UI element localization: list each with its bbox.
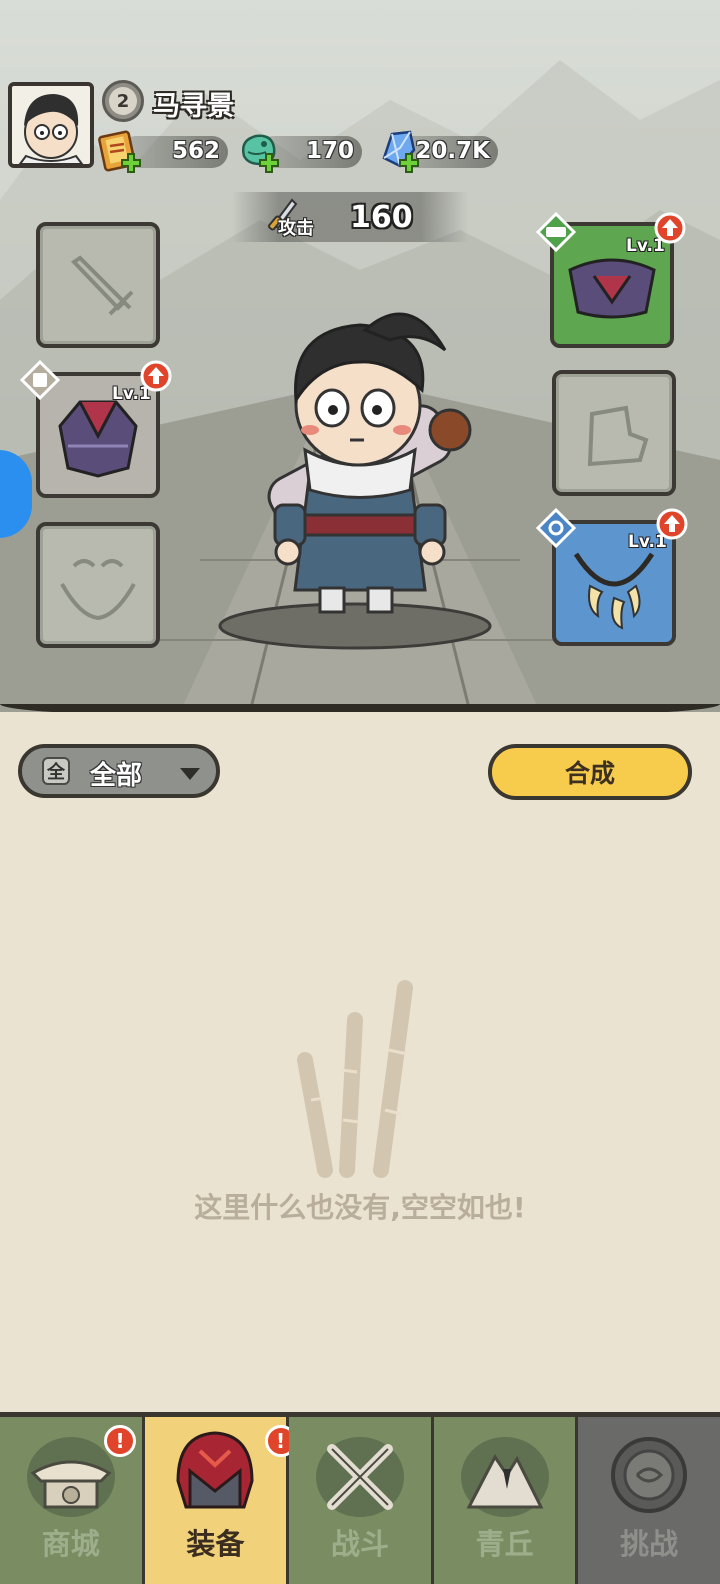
helmet-equipment-icon — [176, 1431, 254, 1509]
player-avatar[interactable] — [8, 82, 94, 168]
player-level-badge: 2 — [102, 80, 144, 122]
armor-upgrade-icon[interactable] — [140, 360, 172, 392]
crossed-swords-icon — [315, 1437, 404, 1517]
tab-challenge[interactable]: 挑战 — [578, 1417, 720, 1584]
belt-upgrade-icon[interactable] — [654, 212, 686, 244]
bottom-navigation: 商城 ! 装备 ! 战斗 青丘 挑战 — [0, 1412, 720, 1584]
player-name: 马寻景 — [153, 91, 234, 122]
jade-count: 170 — [305, 138, 354, 164]
tab-battle[interactable]: 战斗 — [289, 1417, 434, 1584]
resource-crystal[interactable]: 20.7K — [382, 130, 498, 173]
tab-shop[interactable]: 商城 ! — [0, 1417, 145, 1584]
crystal-count: 20.7K — [415, 138, 490, 164]
boots-slot[interactable] — [552, 370, 676, 496]
resource-scroll[interactable]: 562 — [98, 130, 228, 173]
add-jade-icon[interactable] — [258, 152, 280, 174]
armor-type-tag-icon — [20, 360, 60, 400]
tab-equipment[interactable]: 装备 ! — [144, 1417, 297, 1584]
filter-chip: 全 — [42, 757, 70, 785]
filter-label: 全部 — [90, 761, 143, 791]
tab-qingqiu[interactable]: 青丘 — [433, 1417, 579, 1584]
player-level-value: 2 — [109, 87, 137, 115]
belt-type-tag-icon — [536, 212, 576, 252]
tab-challenge-label: 挑战 — [620, 1527, 679, 1561]
weapon-slot[interactable] — [36, 222, 160, 348]
mountain-peak-icon — [460, 1437, 549, 1517]
scroll-count: 562 — [171, 138, 220, 164]
attack-label: 攻击 — [278, 218, 314, 239]
compose-button[interactable]: 合成 — [488, 744, 692, 800]
resource-jade[interactable]: 170 — [242, 134, 362, 173]
necklace-upgrade-icon[interactable] — [656, 508, 688, 540]
ring-slot[interactable] — [36, 522, 160, 648]
challenge-orb-icon — [611, 1437, 688, 1513]
add-scroll-icon[interactable] — [120, 152, 142, 174]
empty-inventory-message: 这里什么也没有,空空如也! — [194, 1191, 526, 1224]
bamboo-empty-icon — [297, 980, 413, 1178]
avatar-portrait-icon — [18, 94, 84, 164]
tab-qingqiu-label: 青丘 — [475, 1527, 534, 1561]
ring-placeholder-icon — [60, 559, 136, 621]
chevron-down-icon — [180, 768, 200, 780]
necklace-type-tag-icon — [536, 508, 576, 548]
tab-equipment-label: 装备 — [186, 1527, 245, 1561]
hero-character — [267, 312, 472, 614]
shop-alert-badge: ! — [104, 1425, 136, 1457]
boots-placeholder-icon — [587, 405, 649, 467]
tab-battle-label: 战斗 — [330, 1527, 389, 1561]
attack-value: 160 — [350, 200, 413, 235]
sword-placeholder-icon — [70, 255, 134, 316]
tab-shop-label: 商城 — [41, 1527, 100, 1561]
category-filter-dropdown[interactable]: 全 全部 — [18, 744, 220, 798]
